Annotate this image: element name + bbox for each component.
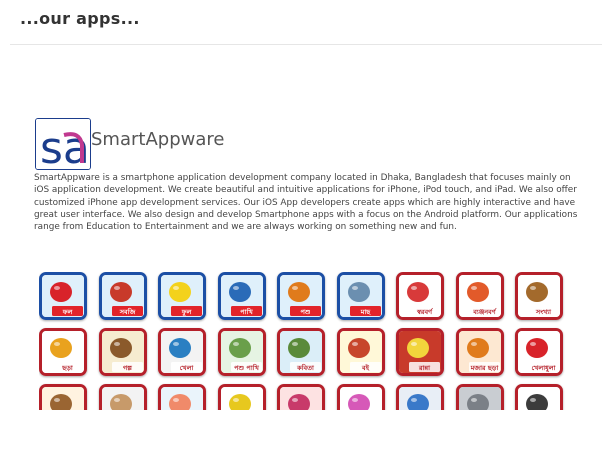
app-tile-label: মজার ছড়া bbox=[469, 364, 499, 372]
app-tile-label: পাখি bbox=[240, 307, 253, 316]
app-tile-label: ফল bbox=[62, 308, 74, 316]
app-tile[interactable]: অ্যাপ bbox=[396, 384, 444, 410]
cartoon-icon: মজার ছড়া bbox=[458, 331, 501, 373]
app-tile[interactable]: ফল bbox=[39, 272, 87, 320]
rhymes-icon: কবিতা bbox=[280, 331, 322, 373]
kids-icon: বাচ্চা bbox=[280, 387, 322, 410]
smartappware-logo-icon: sa bbox=[36, 119, 90, 169]
company-logo: sa bbox=[35, 118, 91, 170]
app-tile[interactable]: ছড়া bbox=[39, 328, 87, 376]
consonants-icon: ব্যঞ্জনবর্ণ bbox=[458, 275, 501, 317]
app-tile[interactable]: বই bbox=[336, 328, 385, 376]
company-description: SmartAppware is a smartphone application… bbox=[34, 173, 578, 233]
poem-icon: ছড়া bbox=[42, 331, 84, 373]
apple-fruit-icon: ফল bbox=[42, 275, 84, 317]
app-tile-label: সংখ্যা bbox=[535, 308, 552, 316]
app-tile-label: ব্যঞ্জনবর্ণ bbox=[472, 307, 497, 316]
app-tile[interactable]: স্বরবর্ণ bbox=[396, 272, 444, 320]
app-tile[interactable]: সমুদ্র bbox=[336, 384, 385, 410]
app-tile[interactable]: গল্প bbox=[98, 328, 147, 376]
app-tile[interactable]: খেলা bbox=[158, 328, 206, 376]
app-tile[interactable]: মাছ bbox=[336, 272, 385, 320]
android-icon: অ্যান্ড্রয়েড bbox=[458, 387, 501, 410]
app-tile[interactable]: সংখ্যা bbox=[515, 272, 563, 320]
app-tile-label: গল্প bbox=[123, 364, 133, 372]
man-icon: মানুষ bbox=[101, 387, 144, 410]
numbers-icon: সংখ্যা bbox=[518, 275, 560, 317]
app-tile-label: সবজি bbox=[118, 307, 136, 316]
monkey-icon: বানর bbox=[42, 387, 84, 410]
app-tile[interactable]: শিশু bbox=[158, 384, 206, 410]
section-header: ...our apps... bbox=[10, 0, 602, 45]
child-icon: শিশু bbox=[161, 387, 203, 410]
app-tile-label: ফুল bbox=[181, 308, 193, 317]
app-tile[interactable]: রোবট bbox=[217, 384, 266, 410]
app-tile-label: মাছ bbox=[359, 308, 370, 316]
app-tile[interactable]: রান্না bbox=[396, 328, 444, 376]
pig-icon: পশু পাখি bbox=[220, 331, 263, 373]
tiger-icon: পশু bbox=[280, 275, 322, 317]
app-tile[interactable]: অ্যান্ড্রয়েড bbox=[455, 384, 504, 410]
app-tile[interactable]: কবিতা bbox=[277, 328, 325, 376]
sign-icon: চিহ্ন bbox=[518, 387, 560, 410]
app-tile[interactable]: সবজি bbox=[98, 272, 147, 320]
app-tile[interactable]: পাখি bbox=[217, 272, 266, 320]
bird-icon: পাখি bbox=[220, 275, 263, 317]
app-tile-label: পশু পাখি bbox=[234, 363, 259, 372]
app-tile-label: কবিতা bbox=[296, 363, 315, 372]
flower-icon: ফুল bbox=[161, 275, 203, 317]
app-tile[interactable]: বানর bbox=[39, 384, 87, 410]
app-tile-label: পশু bbox=[300, 308, 310, 316]
app-tile[interactable]: ফুল bbox=[158, 272, 206, 320]
fish-icon: মাছ bbox=[339, 275, 382, 317]
app-tile[interactable]: পশু পাখি bbox=[217, 328, 266, 376]
app-grid: ফল সবজি ফুল পাখি পশু মাছ স্বরবর্ণ ব্যঞ্জনবর্ণ সং… bbox=[39, 272, 579, 410]
app-tile[interactable]: পশু bbox=[277, 272, 325, 320]
circle-app-icon: অ্যাপ bbox=[399, 387, 441, 410]
app-tile[interactable]: ব্যঞ্জনবর্ণ bbox=[455, 272, 504, 320]
company-name: SmartAppware bbox=[91, 129, 225, 150]
app-tile-label: খেলাধুলা bbox=[531, 364, 556, 373]
recipe-icon: রান্না bbox=[399, 331, 441, 373]
octopus-icon: সমুদ্র bbox=[339, 387, 382, 410]
app-tile-label: ছড়া bbox=[61, 364, 74, 372]
robot-icon: রোবট bbox=[220, 387, 263, 410]
app-tile[interactable]: খেলাধুলা bbox=[515, 328, 563, 376]
cycle-icon: খেলা bbox=[161, 331, 203, 373]
app-tile-label: খেলা bbox=[180, 364, 195, 372]
story-icon: গল্প bbox=[101, 331, 144, 373]
app-tile[interactable]: চিহ্ন bbox=[515, 384, 563, 410]
fun-icon: খেলাধুলা bbox=[518, 331, 560, 373]
app-tile-label: স্বরবর্ণ bbox=[416, 307, 433, 316]
app-tile[interactable]: মজার ছড়া bbox=[455, 328, 504, 376]
alphabet-icon: স্বরবর্ণ bbox=[399, 275, 441, 317]
app-tile[interactable]: মানুষ bbox=[98, 384, 147, 410]
app-tile-label: রান্না bbox=[418, 364, 431, 372]
vegetables-icon: সবজি bbox=[101, 275, 144, 317]
app-tile[interactable]: বাচ্চা bbox=[277, 384, 325, 410]
section-title: ...our apps... bbox=[20, 9, 140, 28]
book-icon: বই bbox=[339, 331, 382, 373]
